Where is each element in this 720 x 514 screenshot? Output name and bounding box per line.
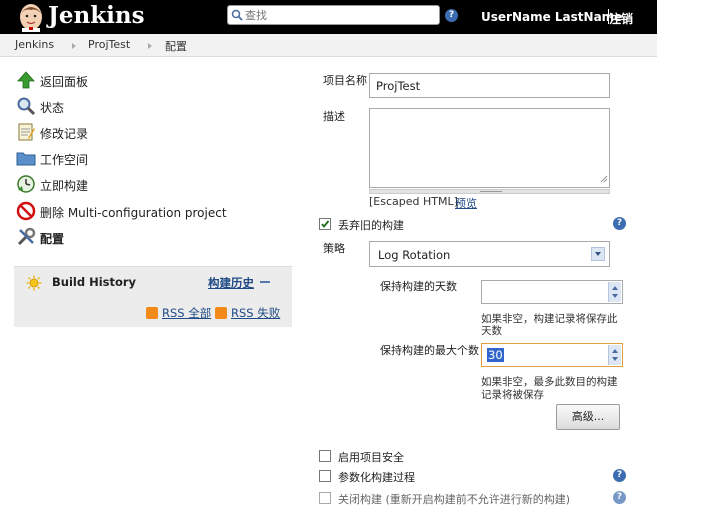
breadcrumb-arrow-icon[interactable]	[148, 43, 152, 49]
max-builds-note-line-2: 记录将被保存	[481, 389, 544, 401]
sun-icon	[26, 275, 42, 294]
breadcrumb: Jenkins ProjTest 配置	[0, 34, 657, 57]
textarea-drag-handle[interactable]	[369, 189, 610, 194]
project-name-value: ProjTest	[376, 79, 421, 93]
notepad-icon	[16, 122, 36, 142]
sidebar-item-label: 返回面板	[40, 75, 89, 89]
discard-old-checkbox[interactable]	[319, 218, 331, 230]
description-textarea[interactable]	[369, 108, 610, 188]
chevron-down-icon[interactable]	[591, 247, 605, 261]
sidebar-item-label: 状态	[40, 101, 65, 115]
parameterized-checkbox[interactable]	[319, 470, 331, 482]
search-help-icon[interactable]: ?	[445, 9, 458, 22]
days-to-keep-input[interactable]	[481, 280, 623, 304]
app-title[interactable]: Jenkins	[48, 2, 145, 30]
jenkins-logo-icon[interactable]	[14, 2, 50, 32]
enable-security-checkbox[interactable]	[319, 450, 331, 462]
build-history-link[interactable]: 构建历史	[208, 275, 254, 291]
help-icon[interactable]: ?	[613, 491, 626, 504]
help-icon[interactable]: ?	[613, 217, 626, 230]
enable-security-label: 启用项目安全	[338, 451, 404, 464]
project-name-label: 项目名称	[323, 74, 367, 87]
sidebar-item-label: 修改记录	[40, 127, 89, 141]
max-builds-input[interactable]: 30	[481, 343, 623, 367]
sidebar-item-label: 立即构建	[40, 179, 89, 193]
max-builds-spinner[interactable]	[608, 345, 621, 365]
rss-all-link[interactable]: RSS 全部	[162, 305, 211, 321]
max-builds-note-line-1: 如果非空，最多此数目的构建	[481, 376, 618, 388]
sidebar-item-label: 配置	[40, 232, 65, 246]
search-input[interactable]	[245, 7, 435, 23]
tools-icon	[16, 227, 36, 247]
rss-icon	[215, 307, 227, 319]
days-spinner[interactable]	[608, 282, 621, 302]
breadcrumb-jenkins[interactable]: Jenkins	[15, 38, 54, 51]
advanced-button[interactable]: 高级...	[556, 404, 620, 430]
build-history-panel: Build History 构建历史 RSS 全部 RSS 失败	[14, 266, 292, 327]
help-icon[interactable]: ?	[613, 469, 626, 482]
strategy-value: Log Rotation	[378, 248, 451, 262]
rss-icon	[146, 307, 158, 319]
days-to-keep-note-line-2: 天数	[481, 325, 502, 337]
up-arrow-icon	[16, 70, 36, 90]
build-clock-icon	[16, 174, 36, 194]
discard-old-label: 丢弃旧的构建	[338, 219, 404, 232]
disable-build-label: 关闭构建 (重新开启构建前不允许进行新的构建)	[338, 493, 571, 506]
max-builds-value: 30	[487, 348, 504, 362]
rss-failed-link[interactable]: RSS 失败	[231, 305, 280, 321]
sidebar-item-label: 工作空间	[40, 153, 89, 167]
strategy-label: 策略	[323, 242, 345, 255]
breadcrumb-project[interactable]: ProjTest	[88, 38, 130, 51]
search-icon	[231, 9, 243, 24]
disable-build-checkbox[interactable]	[319, 492, 331, 504]
top-header: Jenkins ? UserName LastName 注销	[0, 0, 657, 34]
parameterized-label: 参数化构建过程	[338, 471, 415, 484]
folder-icon	[16, 148, 36, 168]
days-to-keep-label: 保持构建的天数	[380, 280, 457, 293]
checkmark-icon	[321, 220, 330, 228]
magnifier-icon	[16, 96, 36, 116]
strategy-select[interactable]: Log Rotation	[369, 241, 610, 267]
breadcrumb-configure[interactable]: 配置	[165, 38, 187, 54]
resize-grip-icon[interactable]	[600, 172, 608, 186]
project-name-input[interactable]: ProjTest	[369, 73, 610, 98]
user-name-link[interactable]: UserName LastName	[481, 10, 622, 24]
preview-link[interactable]: 预览	[455, 195, 477, 211]
sidebar-item-label: 删除 Multi-configuration project	[40, 206, 227, 220]
search-box[interactable]	[227, 5, 440, 25]
breadcrumb-arrow-icon[interactable]	[72, 43, 76, 49]
no-entry-icon	[16, 201, 36, 221]
build-history-title: Build History	[52, 275, 137, 289]
max-builds-label: 保持构建的最大个数	[380, 344, 479, 357]
collapse-icon[interactable]	[260, 281, 270, 283]
description-label: 描述	[323, 110, 345, 123]
logout-link[interactable]: 注销	[609, 10, 633, 27]
escaped-html-text: [Escaped HTML]	[369, 195, 458, 208]
